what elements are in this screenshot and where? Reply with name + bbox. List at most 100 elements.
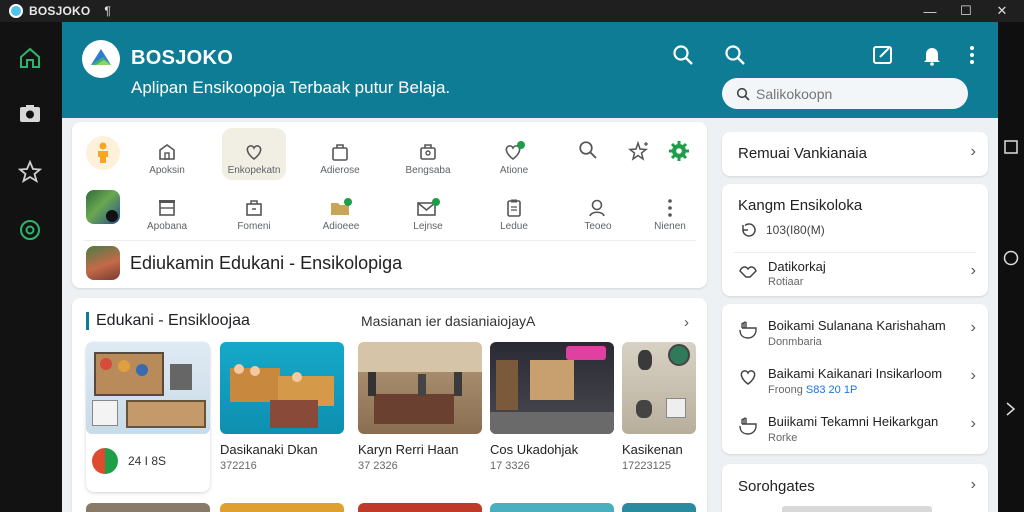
quick-item-teoeo[interactable]: Teoeo <box>558 192 638 234</box>
info-card-title: Kangm Ensikoloka <box>738 197 863 214</box>
quick-item-enkopekatn[interactable]: Enkopekatn <box>222 128 286 180</box>
camera-icon <box>20 105 40 122</box>
list-item[interactable]: Buiikami Tekamni Heikarkgan Rorke › <box>722 406 988 450</box>
chevron-right-icon[interactable]: › <box>971 262 976 280</box>
tile-image <box>86 342 210 434</box>
history-icon <box>742 223 756 237</box>
system-nav-bar <box>998 22 1024 512</box>
featured-tile-5[interactable]: Kasikenan 17223125 <box>622 342 696 492</box>
bag-icon <box>332 144 348 161</box>
app-header: BOSJOKO Aplipan Ensikoopoja Terbaak putu… <box>62 22 998 118</box>
recents-square-icon[interactable] <box>1004 140 1018 154</box>
tile-image <box>622 342 696 434</box>
clipboard-icon <box>507 199 521 217</box>
featured-section: Edukani - Ensikloojaa Masianan ier dasia… <box>72 298 707 512</box>
hand-heart-icon <box>739 417 757 435</box>
star-sparkle-icon <box>628 140 648 161</box>
edit-square-icon <box>873 46 892 64</box>
quick-item-ledue[interactable]: Ledue <box>474 192 554 234</box>
tile-meta: 372216 <box>220 460 257 472</box>
next-row-thumb[interactable] <box>490 503 614 512</box>
quick-item-adierose[interactable]: Adierose <box>300 136 380 180</box>
bottom-link-label: Sorohgates <box>738 478 815 495</box>
next-row-thumb[interactable] <box>358 503 482 512</box>
tile-title: Cos Ukadohjak <box>490 442 579 457</box>
divider <box>84 240 696 241</box>
search-field[interactable] <box>722 78 968 109</box>
info-card-count: 103(I80(M) <box>766 223 825 237</box>
next-row-thumb[interactable] <box>86 503 210 512</box>
header-search-button[interactable] <box>668 40 698 70</box>
app-logo-icon <box>9 4 23 18</box>
hand-heart-icon <box>739 321 757 339</box>
tile-title: Karyn Rerri Haan <box>358 442 459 457</box>
rail-favorites[interactable] <box>14 156 46 188</box>
tile-image <box>220 342 344 434</box>
home-icon <box>20 47 40 68</box>
video-thumbnail[interactable] <box>86 190 120 224</box>
list-item-title: Boikami Sulanana Karishaham <box>768 318 946 333</box>
heart-outline-icon <box>740 370 756 385</box>
featured-tile-2[interactable]: Dasikanaki Dkan 372216 <box>220 342 344 492</box>
list-item[interactable]: Baikami Kaikanari Insikarloom Froong S83… <box>722 358 988 402</box>
chat-icon <box>20 220 40 240</box>
chevron-right-icon: › <box>970 319 976 336</box>
divider <box>734 252 976 253</box>
banner-title[interactable]: Ediukamin Edukani - Ensikolopiga <box>130 253 402 274</box>
edit-button[interactable] <box>868 40 898 70</box>
bottom-link-card[interactable]: Sorohgates › <box>722 464 988 512</box>
home-circle-icon[interactable] <box>1003 250 1019 266</box>
next-row-thumb[interactable] <box>622 503 696 512</box>
rail-chat[interactable] <box>14 214 46 246</box>
briefcase-icon <box>420 144 436 160</box>
quick-item-adioeee[interactable]: Adioeee <box>301 192 381 234</box>
featured-tile-3[interactable]: Karyn Rerri Haan 37 2326 <box>358 342 482 492</box>
back-chevron-icon[interactable] <box>1005 402 1017 416</box>
quick-item-nienen[interactable]: Nienen <box>642 192 698 234</box>
tile-image <box>358 342 482 434</box>
play-badge-icon <box>106 210 118 222</box>
rail-camera[interactable] <box>14 98 46 130</box>
app-root: BOSJOKO Aplipan Ensikoopoja Terbaak putu… <box>62 22 998 512</box>
quick-item-atione[interactable]: Atione <box>474 136 554 180</box>
more-menu-button[interactable] <box>962 40 982 70</box>
dresser-icon <box>159 200 175 216</box>
heart-badge-icon <box>505 141 525 161</box>
quick-item-apobana[interactable]: Apobana <box>127 192 207 234</box>
quick-item-lejnse[interactable]: Lejnse <box>388 192 468 234</box>
profile-avatar[interactable] <box>86 136 120 170</box>
featured-tile-4[interactable]: Cos Ukadohjak 17 3326 <box>490 342 614 492</box>
list-item[interactable]: Boikami Sulanana Karishaham Donmbaria › <box>722 310 988 354</box>
heart-hand-icon <box>246 145 262 161</box>
featured-more-chevron-icon[interactable]: › <box>684 314 689 331</box>
close-button[interactable]: ✕ <box>984 0 1020 22</box>
recent-link-label: Remuai Vankianaia <box>738 145 867 162</box>
search-input[interactable] <box>756 85 956 102</box>
list-item-title: Baikami Kaikanari Insikarloom <box>768 366 943 381</box>
minimize-button[interactable]: — <box>912 0 948 22</box>
quick-item-fomeni[interactable]: Fomeni <box>214 192 294 234</box>
header-search-button-2[interactable] <box>720 40 750 70</box>
featured-title: Edukani - Ensikloojaa <box>86 312 250 330</box>
rail-home[interactable] <box>14 42 46 74</box>
quick-item-apoksin[interactable]: Apoksin <box>127 136 207 180</box>
quick-favorite-button[interactable] <box>628 140 650 167</box>
brand-name: BOSJOKO <box>131 47 234 69</box>
quick-search-button[interactable] <box>578 140 598 165</box>
preview-thumb <box>782 506 932 512</box>
notifications-button[interactable] <box>917 40 947 70</box>
more-vertical-icon <box>970 46 974 64</box>
search-icon <box>736 87 750 101</box>
brand-logo <box>82 40 120 78</box>
info-card: Kangm Ensikoloka 103(I80(M) Datikorkaj R… <box>722 184 988 296</box>
recent-link-card[interactable]: Remuai Vankianaia › <box>722 132 988 176</box>
featured-tile-1[interactable]: 24 I 8S <box>86 342 210 492</box>
quick-item-bengsaba[interactable]: Bengsaba <box>388 136 468 180</box>
tile-meta: 24 I 8S <box>128 454 167 468</box>
search-icon <box>673 45 693 65</box>
quick-settings-button[interactable] <box>668 140 690 167</box>
tile-meta: 17223125 <box>622 460 671 472</box>
maximize-button[interactable]: ☐ <box>948 0 984 22</box>
pin-icon[interactable]: ¶ <box>104 4 110 18</box>
next-row-thumb[interactable] <box>220 503 344 512</box>
